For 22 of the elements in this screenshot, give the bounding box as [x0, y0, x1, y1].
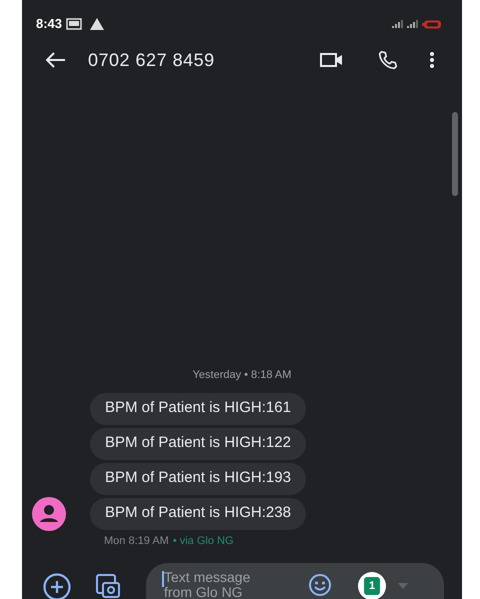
date-divider: Yesterday • 8:18 AM: [192, 368, 292, 383]
more-icon: [430, 52, 434, 68]
message-field[interactable]: Text message from Glo NG 1: [146, 563, 444, 599]
message-bubble[interactable]: BPM of Patient is HIGH:238: [90, 498, 306, 530]
signal-icon: [407, 20, 419, 28]
emoji-icon[interactable]: [308, 573, 332, 597]
gallery-button[interactable]: [94, 573, 122, 599]
warning-icon: [90, 18, 104, 30]
message-bubble[interactable]: BPM of Patient is HIGH:193: [90, 462, 306, 494]
carrier-label: • via Glo NG: [172, 534, 234, 548]
message-time: Mon 8:19 AM: [104, 534, 169, 548]
scrollbar-thumb[interactable]: [452, 112, 458, 196]
message-bubble[interactable]: BPM of Patient is HIGH:122: [90, 428, 306, 460]
add-button[interactable]: [42, 573, 72, 599]
mail-icon: [66, 18, 82, 30]
message-bubble[interactable]: BPM of Patient is HIGH:161: [90, 392, 306, 424]
avatar-icon: [32, 496, 66, 530]
signal-icon: [392, 20, 404, 28]
battery-icon: [422, 20, 442, 28]
contact-title: 0702 627 8459: [88, 48, 215, 72]
sim-badge[interactable]: 1: [364, 577, 380, 595]
status-time: 8:43: [36, 15, 62, 34]
